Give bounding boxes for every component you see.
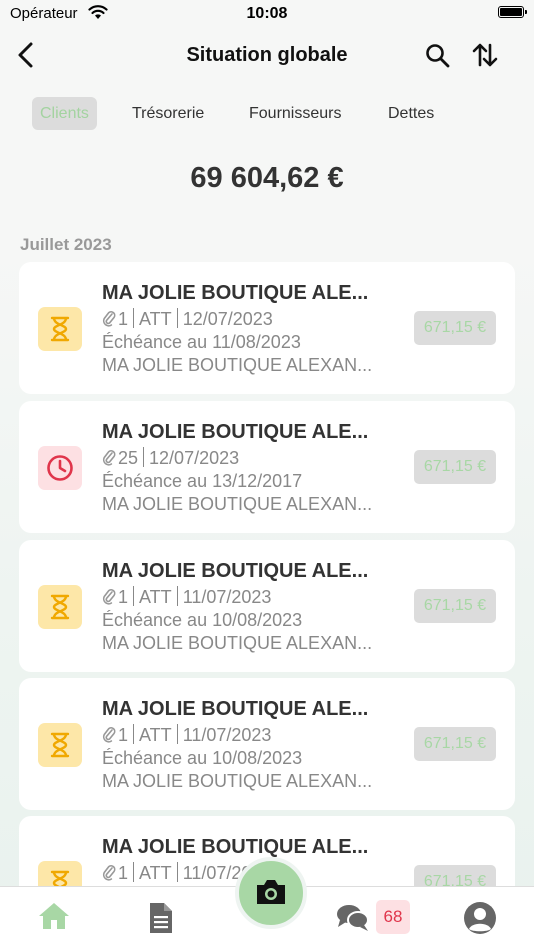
status-tag: ATT — [139, 587, 172, 607]
invoice-date: 11/07/2023 — [182, 587, 272, 607]
status-tag: ATT — [139, 863, 172, 883]
invoice-description: MA JOLIE BOUTIQUE ALEXAN... — [102, 771, 373, 791]
search-icon — [426, 44, 450, 68]
hourglass-icon — [38, 861, 82, 886]
tab-tresorerie[interactable]: Trésorerie — [132, 97, 204, 130]
attachment-count: 25 — [118, 448, 139, 468]
battery-icon — [498, 6, 527, 18]
invoice-card[interactable]: MA JOLIE BOUTIQUE ALE... 1 ATT 11/07/2023 … — [19, 540, 515, 672]
chat-icon — [337, 905, 369, 931]
invoice-meta: 1 ATT 11/07/2023 — [102, 724, 271, 748]
month-section-header: Juillet 2023 — [20, 235, 112, 254]
camera-icon — [257, 880, 285, 904]
camera-button[interactable] — [235, 857, 307, 929]
invoice-date: 11/07/2023 — [182, 725, 272, 745]
hourglass-icon — [38, 585, 82, 629]
amount-badge: 671,15 € — [414, 727, 496, 761]
paperclip-icon — [102, 863, 116, 886]
tab-dettes[interactable]: Dettes — [388, 97, 434, 130]
sort-arrows-icon — [472, 43, 498, 67]
paperclip-icon — [102, 725, 116, 748]
attachment-count: 1 — [118, 863, 129, 883]
paperclip-icon — [102, 309, 116, 332]
client-name: MA JOLIE BOUTIQUE ALE... — [102, 698, 369, 720]
tab-fournisseurs[interactable]: Fournisseurs — [249, 97, 341, 130]
invoice-description: MA JOLIE BOUTIQUE ALEXAN... — [102, 494, 373, 514]
client-name: MA JOLIE BOUTIQUE ALE... — [102, 560, 369, 582]
invoice-description: MA JOLIE BOUTIQUE ALEXAN... — [102, 633, 373, 653]
invoice-meta: 1 ATT 12/07/2023 — [102, 308, 273, 332]
amount-badge: 671,15 € — [414, 589, 496, 623]
invoice-card[interactable]: MA JOLIE BOUTIQUE ALE... 1 ATT 11/07/2023 … — [19, 678, 515, 810]
due-date: Échéance au 10/08/2023 — [102, 748, 303, 768]
profile-icon — [464, 902, 496, 934]
status-bar: Opérateur 10:08 — [0, 0, 534, 28]
paperclip-icon — [102, 587, 116, 610]
invoice-date: 12/07/2023 — [182, 309, 273, 329]
paperclip-icon — [102, 448, 116, 471]
invoice-date: 12/07/2023 — [149, 448, 240, 468]
due-date: Échéance au 13/12/2017 — [102, 471, 303, 491]
page-title: Situation globale — [186, 44, 348, 66]
invoice-card[interactable]: MA JOLIE BOUTIQUE ALE... 25 12/07/2023 Éc… — [19, 401, 515, 533]
invoice-card[interactable]: MA JOLIE BOUTIQUE ALE... 1 ATT 12/07/2023 … — [19, 262, 515, 394]
client-name: MA JOLIE BOUTIQUE ALE... — [102, 421, 369, 443]
clock-icon — [38, 446, 82, 490]
invoice-meta: 1 ATT 11/07/2023 — [102, 586, 271, 610]
attachment-count: 1 — [118, 725, 129, 745]
client-name: MA JOLIE BOUTIQUE ALE... — [102, 282, 369, 304]
status-tag: ATT — [139, 309, 172, 329]
amount-badge: 671,15 € — [414, 450, 496, 484]
hourglass-icon — [38, 723, 82, 767]
home-tab[interactable] — [37, 901, 71, 936]
amount-badge: 671,15 € — [414, 865, 496, 886]
attachment-count: 1 — [118, 309, 129, 329]
documents-tab[interactable] — [148, 901, 174, 940]
due-date: Échéance au 11/08/2023 — [102, 332, 301, 352]
tab-clients[interactable]: Clients — [32, 97, 97, 130]
hourglass-icon — [38, 307, 82, 351]
client-name: MA JOLIE BOUTIQUE ALE... — [102, 836, 369, 858]
messages-count-badge: 68 — [376, 900, 410, 934]
status-tag: ATT — [139, 725, 172, 745]
amount-badge: 671,15 € — [414, 311, 496, 345]
home-icon — [39, 903, 69, 929]
invoice-meta: 25 12/07/2023 — [102, 447, 239, 471]
total-amount: 69 604,62 € — [190, 162, 344, 194]
search-button[interactable] — [424, 42, 452, 70]
invoice-description: MA JOLIE BOUTIQUE ALEXAN... — [102, 355, 373, 375]
attachment-count: 1 — [118, 587, 129, 607]
document-icon — [150, 903, 172, 933]
due-date: Échéance au 10/08/2023 — [102, 610, 303, 630]
profile-tab[interactable] — [463, 901, 497, 940]
status-time: 10:08 — [246, 5, 288, 22]
messages-tab[interactable] — [336, 903, 370, 938]
navigation-bar: Situation globale — [0, 34, 534, 78]
sort-button[interactable] — [470, 40, 500, 70]
